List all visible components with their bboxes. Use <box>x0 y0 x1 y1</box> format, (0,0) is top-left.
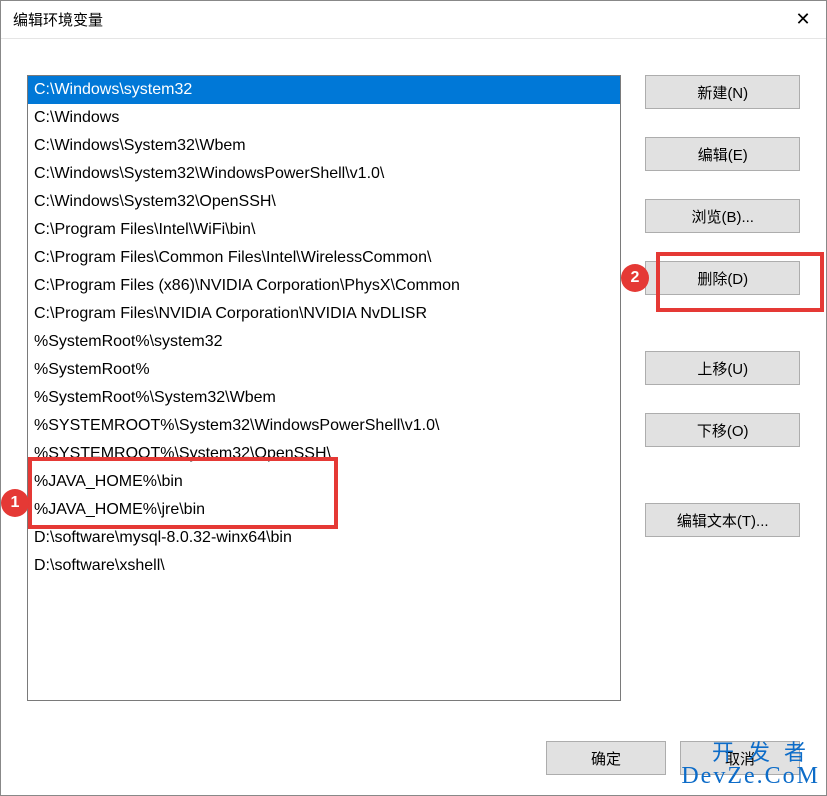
window-title: 编辑环境变量 <box>13 9 103 30</box>
titlebar: 编辑环境变量 ✕ <box>1 1 826 39</box>
move-down-button[interactable]: 下移(O) <box>645 413 800 447</box>
dialog-window: 编辑环境变量 ✕ C:\Windows\system32C:\WindowsC:… <box>0 0 827 796</box>
delete-button[interactable]: 删除(D) <box>645 261 800 295</box>
close-button[interactable]: ✕ <box>780 1 826 39</box>
list-item[interactable]: C:\Windows\System32\Wbem <box>28 132 620 160</box>
dialog-body: C:\Windows\system32C:\WindowsC:\Windows\… <box>1 39 826 795</box>
list-item[interactable]: D:\software\mysql-8.0.32-winx64\bin <box>28 524 620 552</box>
list-item[interactable]: C:\Windows\System32\OpenSSH\ <box>28 188 620 216</box>
list-item[interactable]: C:\Windows\system32 <box>28 76 620 104</box>
list-item[interactable]: C:\Program Files\Common Files\Intel\Wire… <box>28 244 620 272</box>
cancel-button[interactable]: 取消 <box>680 741 800 775</box>
side-buttons: 新建(N) 编辑(E) 浏览(B)... 删除(D) 上移(U) 下移(O) 编… <box>645 75 800 701</box>
list-item[interactable]: C:\Windows\System32\WindowsPowerShell\v1… <box>28 160 620 188</box>
edit-text-button[interactable]: 编辑文本(T)... <box>645 503 800 537</box>
list-item[interactable]: %SystemRoot%\System32\Wbem <box>28 384 620 412</box>
list-item[interactable]: C:\Program Files (x86)\NVIDIA Corporatio… <box>28 272 620 300</box>
new-button[interactable]: 新建(N) <box>645 75 800 109</box>
ok-button[interactable]: 确定 <box>546 741 666 775</box>
list-item[interactable]: C:\Program Files\Intel\WiFi\bin\ <box>28 216 620 244</box>
list-item[interactable]: %JAVA_HOME%\jre\bin <box>28 496 620 524</box>
footer-buttons: 确定 取消 <box>546 741 800 775</box>
browse-button[interactable]: 浏览(B)... <box>645 199 800 233</box>
list-item[interactable]: %SYSTEMROOT%\System32\OpenSSH\ <box>28 440 620 468</box>
close-icon: ✕ <box>795 9 810 30</box>
edit-button[interactable]: 编辑(E) <box>645 137 800 171</box>
list-item[interactable]: C:\Program Files\NVIDIA Corporation\NVID… <box>28 300 620 328</box>
list-item[interactable]: %SYSTEMROOT%\System32\WindowsPowerShell\… <box>28 412 620 440</box>
list-item[interactable]: %SystemRoot%\system32 <box>28 328 620 356</box>
list-item[interactable]: %SystemRoot% <box>28 356 620 384</box>
list-item[interactable]: %JAVA_HOME%\bin <box>28 468 620 496</box>
list-item[interactable]: C:\Windows <box>28 104 620 132</box>
move-up-button[interactable]: 上移(U) <box>645 351 800 385</box>
content-area: C:\Windows\system32C:\WindowsC:\Windows\… <box>27 75 800 701</box>
list-item[interactable]: D:\software\xshell\ <box>28 552 620 580</box>
path-listbox[interactable]: C:\Windows\system32C:\WindowsC:\Windows\… <box>27 75 621 701</box>
